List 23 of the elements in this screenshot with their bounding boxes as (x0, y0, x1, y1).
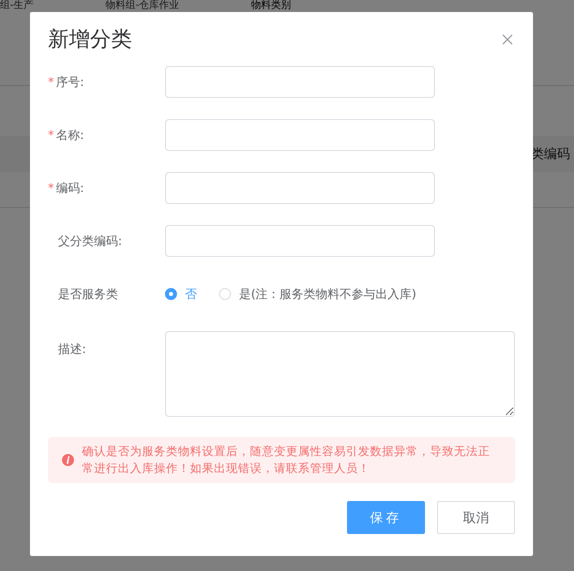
field-label: * 名称: (48, 126, 86, 144)
description-field[interactable] (165, 331, 515, 417)
input-field[interactable] (165, 225, 435, 257)
field-label: * 编码: (48, 180, 86, 196)
field-label: 是否服务类 (57, 286, 119, 302)
dialog-title: 新增分类 (48, 26, 132, 53)
radio-button[interactable] (165, 288, 177, 300)
cancel-button[interactable]: 取消 (437, 501, 515, 534)
input-field[interactable] (165, 172, 435, 204)
alert-text: 确认是否为服务类物料设置后，随意变更属性容易引发数据异常，导致无法正常进行出入库操作！如果出现错误，请联系管理人员！ (82, 443, 491, 477)
field-label: 父分类编码: (57, 232, 124, 250)
save-button[interactable]: 保存 (347, 501, 425, 534)
required-mark: * (48, 74, 55, 88)
radio-option[interactable]: 否 (165, 286, 197, 302)
field-label: 描述: (57, 341, 88, 358)
input-field[interactable] (165, 66, 435, 98)
input-field[interactable] (165, 119, 435, 151)
radio-option[interactable]: 是(注：服务类物料不参与出入库) (219, 286, 416, 302)
required-mark: * (48, 180, 55, 194)
close-icon[interactable] (502, 34, 513, 44)
required-mark: * (48, 128, 55, 142)
field-label: * 序号: (48, 74, 86, 90)
info-icon (62, 454, 74, 466)
